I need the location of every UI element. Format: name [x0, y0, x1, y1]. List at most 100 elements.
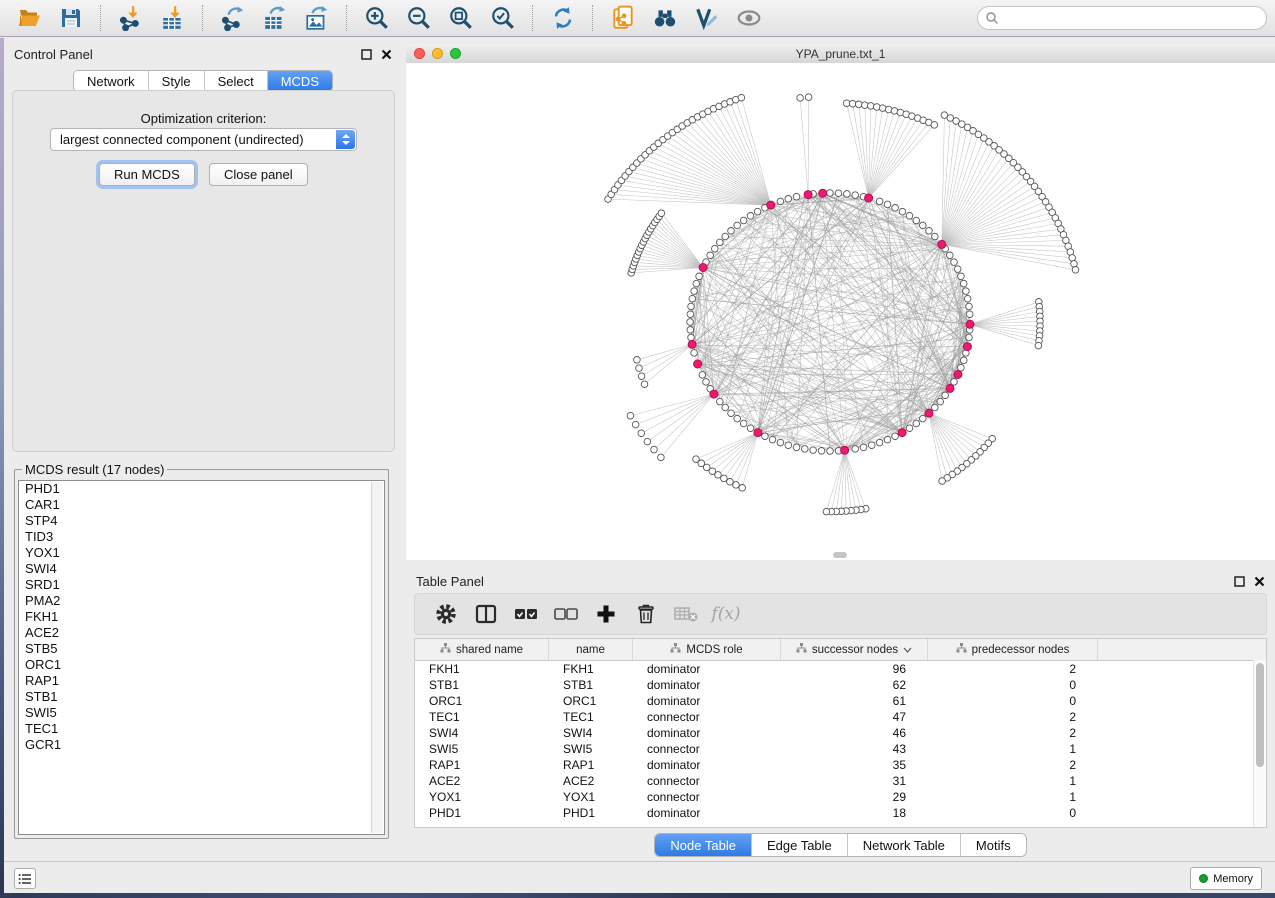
mcds-result-item[interactable]: FKH1	[19, 609, 384, 625]
show-hide-graphics-eye-icon[interactable]	[734, 4, 764, 32]
toolbar-separator	[592, 5, 594, 31]
memory-button[interactable]: Memory	[1190, 867, 1262, 890]
tab-mcds[interactable]: MCDS	[268, 71, 332, 91]
mcds-result-item[interactable]: STB5	[19, 641, 384, 657]
mcds-list-scrollbar[interactable]	[371, 482, 383, 833]
table-row[interactable]: ACE2ACE2connector311	[415, 773, 1266, 789]
table-row[interactable]: ORC1ORC1dominator610	[415, 693, 1266, 709]
search-network-binoculars-icon[interactable]	[650, 4, 680, 32]
float-panel-icon[interactable]	[361, 47, 372, 65]
mcds-result-item[interactable]: TID3	[19, 529, 384, 545]
column-header-successor-nodes[interactable]: successor nodes	[781, 639, 928, 660]
save-icon[interactable]	[56, 4, 86, 32]
table-cell: 0	[928, 678, 1098, 692]
add-column-icon[interactable]	[589, 599, 623, 629]
share-document-icon[interactable]	[608, 4, 638, 32]
column-header-label: shared name	[456, 644, 523, 656]
mcds-result-item[interactable]: PHD1	[19, 481, 384, 497]
table-row[interactable]: PHD1PHD1dominator180	[415, 805, 1266, 821]
column-header-predecessor-nodes[interactable]: predecessor nodes	[928, 639, 1098, 660]
table-cell: dominator	[633, 694, 781, 708]
table-cell: PHD1	[549, 806, 633, 820]
float-panel-icon[interactable]	[1234, 574, 1245, 592]
mcds-result-item[interactable]: ORC1	[19, 657, 384, 673]
network-canvas[interactable]	[406, 63, 1275, 560]
run-mcds-button[interactable]: Run MCDS	[99, 163, 195, 186]
column-header-mcds-role[interactable]: MCDS role	[633, 639, 781, 660]
search-field[interactable]	[977, 6, 1267, 30]
style-apply-icon[interactable]	[692, 4, 722, 32]
network-graph[interactable]	[406, 63, 1275, 560]
table-row[interactable]: RAP1RAP1dominator352	[415, 757, 1266, 773]
tab-select[interactable]: Select	[205, 71, 268, 91]
mcds-result-item[interactable]: SWI5	[19, 705, 384, 721]
table-vscrollbar[interactable]	[1253, 660, 1266, 827]
import-table-icon[interactable]	[158, 4, 188, 32]
table-cell: 0	[928, 694, 1098, 708]
mcds-result-item[interactable]: TEC1	[19, 721, 384, 737]
export-image-icon[interactable]	[302, 4, 332, 32]
sort-chevron-icon[interactable]	[903, 644, 912, 656]
import-network-icon[interactable]	[116, 4, 146, 32]
table-cell: 96	[781, 662, 928, 676]
select-all-columns-icon[interactable]	[509, 599, 543, 629]
tab-node-table[interactable]: Node Table	[655, 834, 752, 856]
toolbar-separator	[100, 5, 102, 31]
mcds-result-item[interactable]: YOX1	[19, 545, 384, 561]
mcds-result-item[interactable]: SRD1	[19, 577, 384, 593]
tab-network[interactable]: Network	[74, 71, 149, 91]
table-cell: ACE2	[415, 774, 549, 788]
optimization-criterion-select[interactable]: largest connected component (undirected)	[50, 128, 357, 151]
tab-edge-table[interactable]: Edge Table	[752, 834, 848, 856]
main-toolbar	[0, 0, 1275, 37]
table-header-row[interactable]: shared name nameMCDS rolesuccessor nodesp…	[415, 639, 1266, 661]
refresh-icon[interactable]	[548, 4, 578, 32]
search-input[interactable]	[977, 6, 1267, 30]
zoom-fit-icon[interactable]	[446, 4, 476, 32]
mcds-result-item[interactable]: PMA2	[19, 593, 384, 609]
mcds-result-item[interactable]: RAP1	[19, 673, 384, 689]
table-row[interactable]: YOX1YOX1connector291	[415, 789, 1266, 805]
mcds-result-list[interactable]: PHD1CAR1STP4TID3YOX1SWI4SRD1PMA2FKH1ACE2…	[18, 480, 385, 835]
close-panel-icon[interactable]	[381, 47, 392, 65]
mcds-result-item[interactable]: STP4	[19, 513, 384, 529]
close-panel-button[interactable]: Close panel	[209, 163, 308, 186]
close-panel-icon[interactable]	[1254, 574, 1265, 592]
column-header-name[interactable]: name	[549, 639, 633, 660]
zoom-in-icon[interactable]	[362, 4, 392, 32]
tab-network-table[interactable]: Network Table	[848, 834, 961, 856]
mcds-result-item[interactable]: GCR1	[19, 737, 384, 753]
table-cell: RAP1	[415, 758, 549, 772]
table-cell: ORC1	[549, 694, 633, 708]
table-row[interactable]: STB1STB1dominator620	[415, 677, 1266, 693]
table-body: FKH1FKH1dominator962STB1STB1dominator620…	[415, 661, 1266, 821]
mcds-result-item[interactable]: ACE2	[19, 625, 384, 641]
split-view-icon[interactable]	[469, 599, 503, 629]
table-cell: SWI5	[549, 742, 633, 756]
zoom-out-icon[interactable]	[404, 4, 434, 32]
network-window-titlebar[interactable]: YPA_prune.txt_1	[406, 44, 1275, 64]
table-row[interactable]: FKH1FKH1dominator962	[415, 661, 1266, 677]
export-table-icon[interactable]	[260, 4, 290, 32]
column-header-shared-name[interactable]: shared name	[415, 639, 549, 660]
deselect-all-columns-icon[interactable]	[549, 599, 583, 629]
table-cell: 61	[781, 694, 928, 708]
zoom-selected-icon[interactable]	[488, 4, 518, 32]
tab-style[interactable]: Style	[149, 71, 205, 91]
export-network-icon[interactable]	[218, 4, 248, 32]
mcds-result-item[interactable]: CAR1	[19, 497, 384, 513]
settings-gear-icon[interactable]	[429, 599, 463, 629]
table-row[interactable]: SWI5SWI5connector431	[415, 741, 1266, 757]
mcds-result-item[interactable]: SWI4	[19, 561, 384, 577]
table-tab-bar: Node TableEdge TableNetwork TableMotifs	[654, 833, 1026, 857]
tab-motifs[interactable]: Motifs	[961, 834, 1026, 856]
mcds-result-item[interactable]: STB1	[19, 689, 384, 705]
table-vscrollbar-thumb[interactable]	[1256, 663, 1264, 767]
delete-column-trash-icon[interactable]	[629, 599, 663, 629]
table-row[interactable]: SWI4SWI4dominator462	[415, 725, 1266, 741]
task-history-button[interactable]	[14, 868, 36, 889]
table-panel: Table Panel	[406, 565, 1275, 862]
network-hscrollbar-thumb[interactable]	[833, 552, 847, 558]
table-row[interactable]: TEC1TEC1connector472	[415, 709, 1266, 725]
open-folder-icon[interactable]	[14, 4, 44, 32]
